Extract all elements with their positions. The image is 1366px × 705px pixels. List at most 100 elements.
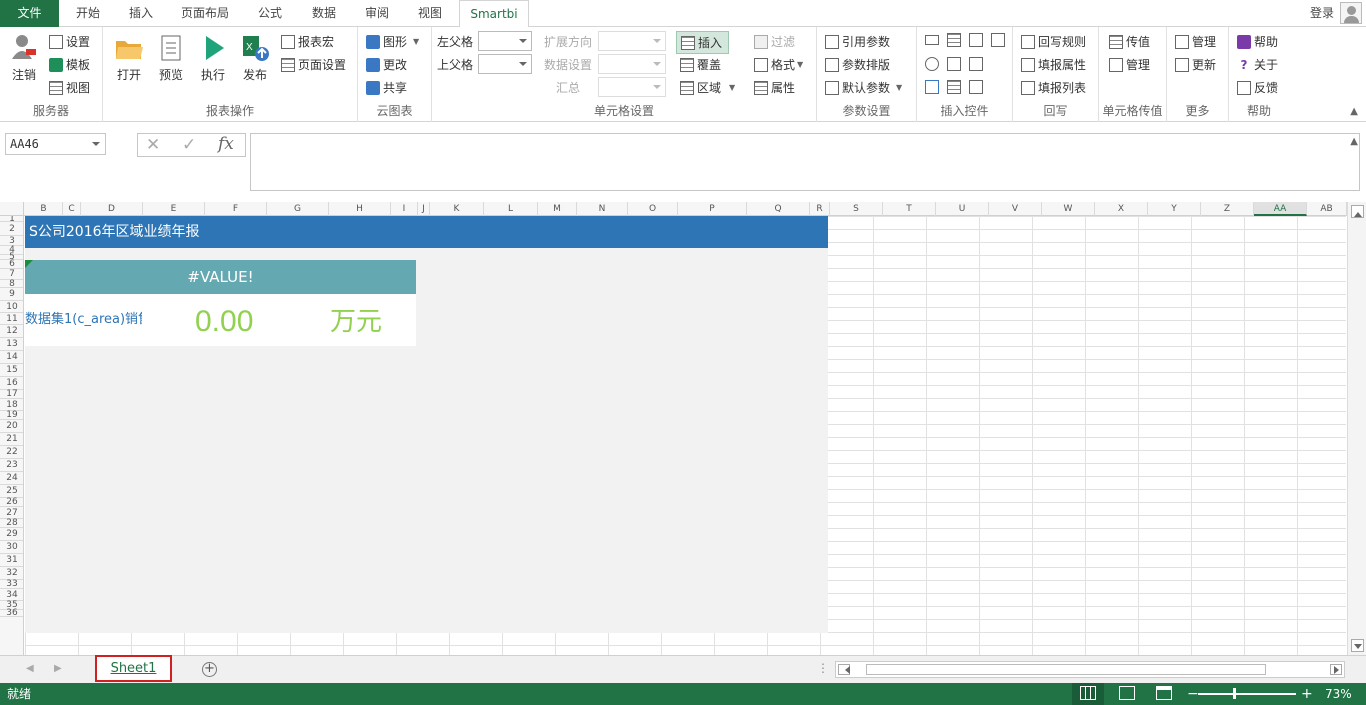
spreadsheet-grid[interactable]: S公司2016年区域业绩年报 #VALUE! 数据集1(c_area)销售额 0…	[25, 216, 1346, 655]
help-button[interactable]: 帮助	[1237, 33, 1278, 50]
sheet-tab-sheet1[interactable]: Sheet1	[95, 655, 172, 682]
default-param-button[interactable]: 默认参数 ▼	[825, 79, 902, 96]
row-header-9[interactable]: 9	[0, 288, 23, 301]
add-sheet-icon[interactable]: +	[202, 662, 217, 677]
tab-5[interactable]: 数据	[302, 0, 346, 27]
column-header-J[interactable]: J	[418, 202, 430, 216]
page-break-view-icon[interactable]	[1156, 686, 1172, 700]
publish-button[interactable]: X 发布	[237, 33, 273, 83]
cancel-icon[interactable]: ✕	[146, 135, 160, 155]
fill-property-button[interactable]: 填报属性	[1021, 56, 1086, 73]
param-layout-button[interactable]: 参数排版	[825, 56, 890, 73]
page-layout-view-icon[interactable]	[1119, 686, 1135, 700]
zoom-out-icon[interactable]: −	[1187, 683, 1199, 705]
zoom-in-icon[interactable]: +	[1301, 683, 1313, 705]
settings-button[interactable]: 设置	[49, 33, 90, 50]
dropdown-tree-control-icon[interactable]	[947, 57, 961, 71]
expand-direction-select[interactable]	[598, 31, 666, 51]
summary-select[interactable]	[598, 77, 666, 97]
login-link[interactable]: 登录	[1310, 0, 1334, 26]
zoom-level[interactable]: 73%	[1325, 683, 1352, 705]
row-header-11[interactable]: 11	[0, 313, 23, 325]
scroll-right-icon[interactable]	[1330, 664, 1342, 675]
column-header-X[interactable]: X	[1095, 202, 1148, 216]
horizontal-scrollbar[interactable]	[835, 661, 1345, 678]
zoom-slider-thumb[interactable]	[1233, 688, 1236, 699]
collapse-formula-icon[interactable]: ▲	[1350, 136, 1358, 147]
data-setting-select[interactable]	[598, 54, 666, 74]
format-button[interactable]: 格式 ▼	[754, 56, 803, 73]
column-header-V[interactable]: V	[989, 202, 1042, 216]
next-sheet-icon[interactable]: ▶	[54, 663, 62, 674]
row-header-30[interactable]: 30	[0, 541, 23, 554]
column-header-U[interactable]: U	[936, 202, 989, 216]
tab-8[interactable]: Smartbi	[459, 0, 529, 28]
prev-sheet-icon[interactable]: ◀	[26, 663, 34, 674]
column-header-H[interactable]: H	[329, 202, 391, 216]
writeback-rule-button[interactable]: 回写规则	[1021, 33, 1086, 50]
page-setup-button[interactable]: 页面设置	[281, 56, 346, 73]
region-button[interactable]: 区域 ▼	[680, 79, 735, 96]
pass-value-manage-button[interactable]: 管理	[1109, 56, 1150, 73]
image-control-icon[interactable]	[969, 80, 983, 94]
column-header-G[interactable]: G	[267, 202, 329, 216]
tab-split-handle-icon[interactable]: ⋮	[817, 661, 829, 675]
scroll-down-icon[interactable]	[1351, 639, 1364, 652]
row-header-15[interactable]: 15	[0, 364, 23, 377]
feedback-button[interactable]: 反馈	[1237, 79, 1278, 96]
row-header-28[interactable]: 28	[0, 519, 23, 528]
calendar-control-icon[interactable]	[991, 33, 1005, 47]
column-header-Z[interactable]: Z	[1201, 202, 1254, 216]
more-manage-button[interactable]: 管理	[1175, 33, 1216, 50]
property-button[interactable]: 属性	[754, 79, 795, 96]
row-header-10[interactable]: 10	[0, 301, 23, 313]
left-parent-select[interactable]	[478, 31, 532, 51]
row-header-14[interactable]: 14	[0, 351, 23, 364]
column-header-T[interactable]: T	[883, 202, 936, 216]
row-header-29[interactable]: 29	[0, 528, 23, 541]
filter-button[interactable]: 过滤	[754, 33, 795, 50]
about-button[interactable]: ? 关于	[1237, 56, 1279, 73]
change-chart-button[interactable]: 更改	[366, 56, 407, 73]
tab-file[interactable]: 文件	[0, 0, 59, 27]
row-header-8[interactable]: 8	[0, 280, 23, 289]
row-header-22[interactable]: 22	[0, 446, 23, 459]
grid-control-icon[interactable]	[947, 80, 961, 94]
column-header-AA[interactable]: AA	[1254, 202, 1307, 216]
row-header-24[interactable]: 24	[0, 472, 23, 485]
open-button[interactable]: 打开	[111, 33, 147, 83]
chart-button[interactable]: 图形 ▼	[366, 33, 419, 50]
column-header-W[interactable]: W	[1042, 202, 1095, 216]
column-header-I[interactable]: I	[391, 202, 418, 216]
function-icon[interactable]: fx	[218, 134, 234, 154]
tab-1[interactable]: 开始	[66, 0, 110, 27]
checkbox-control-icon[interactable]	[925, 80, 939, 94]
column-header-P[interactable]: P	[678, 202, 747, 216]
preview-button[interactable]: 预览	[153, 33, 189, 83]
logout-button[interactable]: 注销	[6, 33, 42, 83]
select-all-corner[interactable]	[0, 202, 24, 216]
row-header-12[interactable]: 12	[0, 325, 23, 338]
row-header-31[interactable]: 31	[0, 554, 23, 567]
row-header-21[interactable]: 21	[0, 433, 23, 446]
row-header-17[interactable]: 17	[0, 390, 23, 399]
radio-control-icon[interactable]	[925, 57, 939, 71]
collapse-ribbon-icon[interactable]: ▲	[1350, 106, 1358, 117]
normal-view-icon[interactable]	[1080, 686, 1096, 700]
fill-list-button[interactable]: 填报列表	[1021, 79, 1086, 96]
column-header-C[interactable]: C	[63, 202, 81, 216]
row-header-2[interactable]: 2	[0, 222, 23, 236]
row-header-6[interactable]: 6	[0, 260, 23, 269]
tab-3[interactable]: 页面布局	[172, 0, 238, 27]
column-header-AB[interactable]: AB	[1307, 202, 1347, 216]
cover-mode-button[interactable]: 覆盖	[680, 56, 721, 73]
scroll-up-icon[interactable]	[1351, 205, 1364, 218]
multi-select-control-icon[interactable]	[969, 57, 983, 71]
tab-6[interactable]: 审阅	[355, 0, 399, 27]
column-header-M[interactable]: M	[538, 202, 577, 216]
column-header-L[interactable]: L	[484, 202, 538, 216]
column-header-E[interactable]: E	[143, 202, 205, 216]
vertical-scrollbar[interactable]	[1347, 202, 1366, 655]
share-chart-button[interactable]: 共享	[366, 79, 407, 96]
column-header-S[interactable]: S	[830, 202, 883, 216]
